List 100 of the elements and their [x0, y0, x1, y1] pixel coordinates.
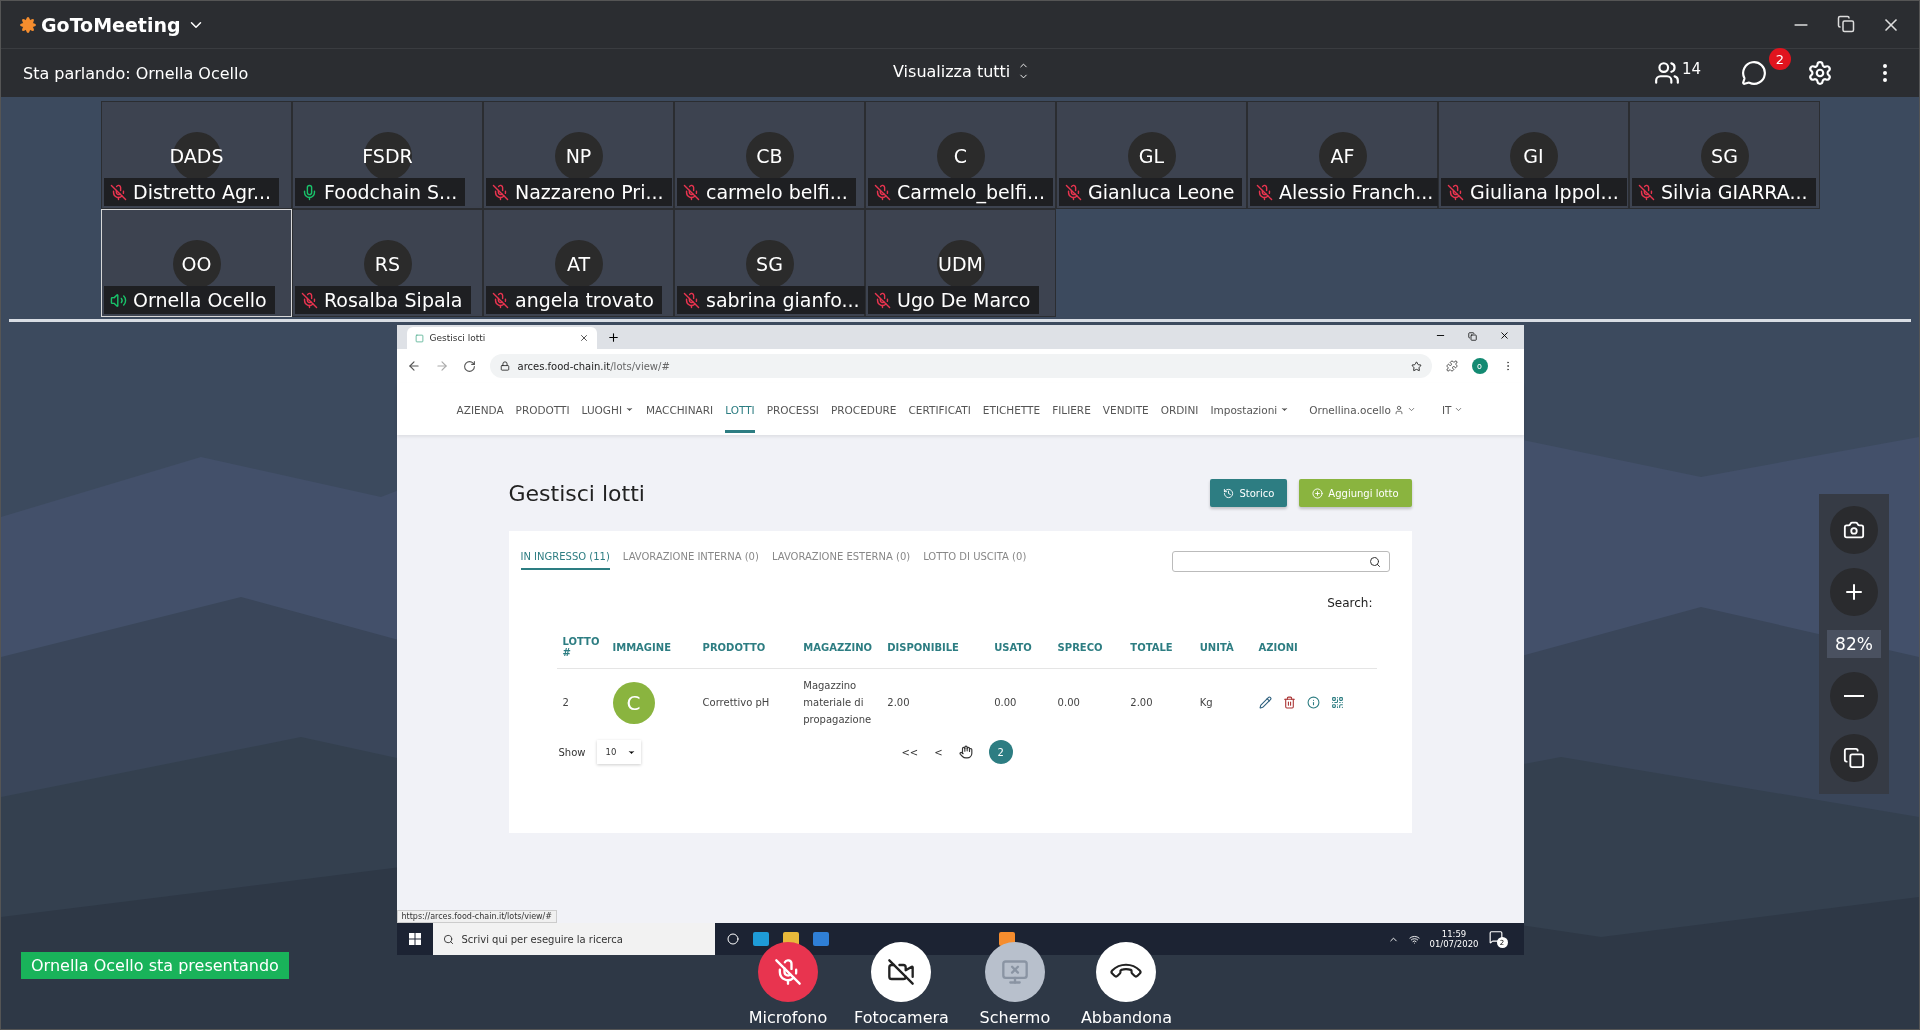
participant-name: sabrina gianfo...: [677, 286, 868, 314]
nav-link[interactable]: ORDINI: [1160, 385, 1199, 433]
mic-muted-icon: [683, 183, 700, 201]
edit-icon[interactable]: [1258, 696, 1272, 709]
participant-tile[interactable]: NP Nazzareno Pri...: [483, 101, 674, 209]
meeting-control[interactable]: Abbandona: [1076, 942, 1176, 1027]
participant-tile[interactable]: RS Rosalba Sipala: [292, 209, 483, 317]
plus-icon: [1312, 487, 1324, 499]
participant-tile[interactable]: AT angela trovato: [483, 209, 674, 317]
category-tab[interactable]: IN INGRESSO (11): [520, 551, 610, 570]
zoom-in-button[interactable]: [1830, 568, 1878, 616]
column-header: MAGAZZINO: [797, 626, 882, 669]
category-tab[interactable]: LOTTO DI USCITA (0): [923, 551, 1027, 570]
nav-link[interactable]: PRODOTTI: [515, 385, 570, 433]
nav-link[interactable]: PROCESSI: [766, 385, 819, 433]
nav-link[interactable]: PROCEDURE: [830, 385, 897, 433]
meeting-control[interactable]: Fotocamera: [850, 942, 953, 1027]
participant-tile[interactable]: AF Alessio Franch...: [1247, 101, 1438, 209]
mic-muted-icon: [492, 183, 509, 201]
page-size-select[interactable]: 10: [597, 740, 642, 764]
category-tab[interactable]: LAVORAZIONE ESTERNA (0): [771, 551, 911, 570]
app-icon[interactable]: [998, 932, 1015, 946]
participant-tile[interactable]: GI Giuliana Ippol...: [1438, 101, 1629, 209]
new-tab-icon[interactable]: [606, 331, 620, 344]
taskbar-search-field[interactable]: Scrivi qui per eseguire la ricerca: [432, 923, 715, 955]
participant-tile[interactable]: FSDR Foodchain S...: [292, 101, 483, 209]
snapshot-button[interactable]: [1830, 506, 1878, 554]
table-cell: 0.00: [988, 668, 1052, 736]
settings-icon[interactable]: [1807, 60, 1833, 86]
participant-tile[interactable]: GL Gianluca Leone: [1056, 101, 1247, 209]
nav-link[interactable]: AZIENDA: [456, 385, 504, 433]
close-icon[interactable]: [1498, 330, 1510, 341]
speaker-status: Sta parlando: Ornella Ocello: [23, 63, 249, 83]
nav-link[interactable]: VENDITE: [1102, 385, 1149, 433]
address-bar[interactable]: arces.food-chain.it/lots/view/#: [489, 354, 1432, 378]
caret-icon: [1280, 405, 1290, 414]
nav-link[interactable]: MACCHINARI: [646, 385, 714, 433]
column-header: IMMAGINE: [606, 626, 697, 669]
delete-icon[interactable]: [1282, 696, 1296, 709]
user-menu[interactable]: Ornellina.ocello: [1309, 385, 1416, 433]
participant-tile[interactable]: C Carmelo_belfi...: [865, 101, 1056, 209]
mic-muted-icon: [1638, 183, 1655, 201]
participant-avatar: NP: [554, 132, 603, 180]
close-icon: [578, 333, 589, 343]
participant-avatar: FSDR: [363, 132, 412, 180]
copy-button[interactable]: [1830, 734, 1878, 782]
nav-link[interactable]: CERTIFICATI: [908, 385, 971, 433]
app-icon[interactable]: [812, 932, 829, 946]
participant-name: Gianluca Leone: [1059, 178, 1243, 206]
browser-tab[interactable]: Gestisci lotti: [406, 327, 597, 349]
column-header: DISPONIBILE: [881, 626, 989, 669]
restore-icon[interactable]: [1467, 332, 1477, 341]
participant-avatar: AF: [1318, 132, 1367, 180]
participant-tile[interactable]: CB carmelo belfi...: [674, 101, 865, 209]
current-page[interactable]: 2: [988, 740, 1013, 764]
participant-name: carmelo belfi...: [677, 178, 856, 206]
category-tab[interactable]: LAVORAZIONE INTERNA (0): [622, 551, 759, 570]
restore-icon[interactable]: [1837, 14, 1855, 33]
extensions-icon[interactable]: [1445, 360, 1458, 372]
participant-tile[interactable]: DADS Distretto Agr...: [101, 101, 292, 209]
language-menu[interactable]: IT: [1441, 385, 1464, 433]
nav-link[interactable]: ETICHETTE: [982, 385, 1041, 433]
back-icon[interactable]: [406, 359, 421, 373]
participant-name: Ornella Ocello: [104, 286, 275, 314]
caret-icon: [1454, 405, 1464, 414]
user-icon: [1393, 404, 1404, 415]
participant-tile[interactable]: UDM Ugo De Marco: [865, 209, 1056, 317]
participant-name: Giuliana Ippol...: [1441, 178, 1627, 206]
nav-link[interactable]: LUOGHI: [581, 385, 634, 433]
info-icon[interactable]: [1306, 696, 1320, 709]
search-icon: [1368, 555, 1381, 568]
circle-icon[interactable]: [726, 933, 739, 945]
reload-icon[interactable]: [462, 359, 476, 373]
nav-link[interactable]: Impostazioni: [1210, 385, 1290, 433]
chat-button[interactable]: [1741, 60, 1767, 86]
page-icon: [414, 333, 424, 343]
participant-avatar: CB: [745, 132, 794, 180]
participants-button[interactable]: 14: [1653, 60, 1701, 86]
app-icon[interactable]: [752, 932, 769, 946]
qr-code-icon[interactable]: [1330, 696, 1344, 709]
zoom-level: 82%: [1827, 630, 1881, 658]
profile-avatar[interactable]: o: [1471, 358, 1488, 374]
mic-muted-icon: [874, 183, 891, 201]
meeting-control[interactable]: Microfono: [740, 942, 836, 1027]
status-url: https://arces.food-chain.it/lots/view/#: [396, 910, 557, 923]
caret-icon: [625, 405, 634, 414]
pager-link[interactable]: <: [934, 746, 943, 758]
view-mode-selector[interactable]: Visualizza tutti: [887, 59, 1036, 83]
participant-tile[interactable]: SG Silvia GIARRA...: [1629, 101, 1820, 209]
participant-tile[interactable]: SG sabrina gianfo...: [674, 209, 865, 317]
history-button[interactable]: Storico: [1210, 479, 1288, 507]
pager-link[interactable]: <<: [901, 746, 919, 758]
search-field[interactable]: [1171, 551, 1390, 572]
grid-icon[interactable]: [408, 933, 421, 945]
nav-link[interactable]: FILIERE: [1052, 385, 1091, 433]
minus-icon: [1844, 695, 1864, 697]
nav-link[interactable]: LOTTI: [725, 385, 755, 433]
chat-icon: [1741, 60, 1767, 86]
participant-tile[interactable]: OO Ornella Ocello: [101, 209, 292, 317]
participant-avatar: SG: [745, 240, 794, 288]
